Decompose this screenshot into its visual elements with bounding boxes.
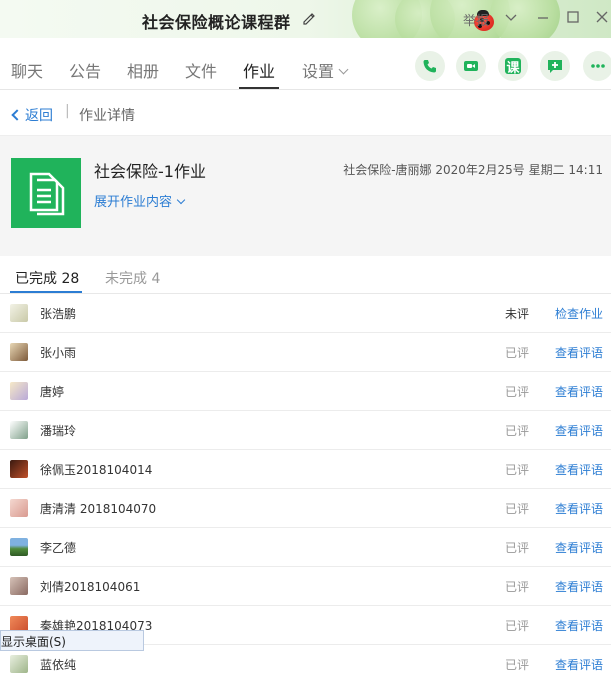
view-comment-link[interactable]: 查看评语 <box>555 578 603 595</box>
completion-tabs: 已完成 28 未完成 4 <box>0 256 611 294</box>
video-camera-icon <box>464 61 478 71</box>
avatar <box>10 382 28 400</box>
student-name: 李乙德 <box>40 541 77 555</box>
maximize-icon[interactable] <box>565 9 581 25</box>
table-row[interactable]: 徐佩玉2018104014 已评 查看评语 <box>0 450 611 489</box>
student-list: 张浩鹏 未评 检查作业 张小雨 已评 查看评语 唐婷 已评 查看评语 潘瑞玲 已… <box>0 294 611 677</box>
video-call-button[interactable] <box>456 51 486 81</box>
student-name: 唐婷 <box>40 385 65 399</box>
homework-title: 社会保险-1作业 <box>94 162 206 181</box>
class-button-label: 课 <box>506 61 520 76</box>
student-name: 张浩鹏 <box>40 307 77 321</box>
close-icon[interactable] <box>594 9 610 25</box>
back-label: 返回 <box>25 108 53 124</box>
status-badge: 已评 <box>505 580 530 594</box>
avatar <box>10 655 28 673</box>
chevron-down-icon <box>338 64 349 75</box>
class-button[interactable]: 课 <box>498 51 528 81</box>
tab-completed[interactable]: 已完成 28 <box>15 268 79 288</box>
view-comment-link[interactable]: 查看评语 <box>555 383 603 400</box>
report-link[interactable]: 举报 <box>463 10 489 29</box>
status-badge: 已评 <box>505 463 530 477</box>
window-titlebar: 社会保险概论课程群 举报 <box>0 0 611 38</box>
chevron-down-icon[interactable] <box>503 9 519 25</box>
check-homework-link[interactable]: 检查作业 <box>555 305 603 322</box>
table-row[interactable]: 唐婷 已评 查看评语 <box>0 372 611 411</box>
voice-call-button[interactable] <box>415 51 445 81</box>
status-badge: 已评 <box>505 502 530 516</box>
breadcrumb-separator: | <box>65 103 70 119</box>
status-badge: 已评 <box>505 346 530 360</box>
chevron-left-icon <box>11 109 23 121</box>
status-badge: 已评 <box>505 619 530 633</box>
status-badge: 已评 <box>505 658 530 672</box>
student-name: 张小雨 <box>40 346 77 360</box>
breadcrumb-current: 作业详情 <box>79 108 135 124</box>
edit-pencil-icon[interactable] <box>302 11 316 25</box>
avatar <box>10 304 28 322</box>
student-name: 徐佩玉2018104014 <box>40 463 153 477</box>
table-row[interactable]: 刘倩2018104061 已评 查看评语 <box>0 567 611 606</box>
status-badge: 已评 <box>505 385 530 399</box>
tab-album[interactable]: 相册 <box>127 58 159 82</box>
active-tab-indicator <box>10 291 82 293</box>
view-comment-link[interactable]: 查看评语 <box>555 539 603 556</box>
avatar <box>10 421 28 439</box>
chat-plus-icon <box>548 60 562 73</box>
tab-announcement[interactable]: 公告 <box>69 58 101 82</box>
active-tab-indicator <box>239 87 279 89</box>
view-comment-link[interactable]: 查看评语 <box>555 422 603 439</box>
tab-chat[interactable]: 聊天 <box>11 58 43 82</box>
window-title: 社会保险概论课程群 <box>142 13 291 32</box>
tab-homework[interactable]: 作业 <box>243 58 275 82</box>
view-comment-link[interactable]: 查看评语 <box>555 500 603 517</box>
avatar <box>10 538 28 556</box>
tab-incomplete[interactable]: 未完成 4 <box>105 268 160 288</box>
homework-meta: 社会保险-唐丽娜 2020年2月25号 星期二 14:11 <box>343 163 603 177</box>
homework-header: 社会保险-1作业 社会保险-唐丽娜 2020年2月25号 星期二 14:11 展… <box>0 136 611 256</box>
student-name: 潘瑞玲 <box>40 424 77 438</box>
table-row[interactable]: 李乙德 已评 查看评语 <box>0 528 611 567</box>
view-comment-link[interactable]: 查看评语 <box>555 617 603 634</box>
table-row[interactable]: 潘瑞玲 已评 查看评语 <box>0 411 611 450</box>
more-button[interactable] <box>583 51 611 81</box>
status-badge: 已评 <box>505 541 530 555</box>
status-badge: 未评 <box>505 307 530 321</box>
avatar <box>10 460 28 478</box>
avatar <box>10 343 28 361</box>
tab-files[interactable]: 文件 <box>185 58 217 82</box>
student-name: 唐清清 2018104070 <box>40 502 157 516</box>
status-badge: 已评 <box>505 424 530 438</box>
back-link[interactable]: 返回 <box>11 105 53 125</box>
student-name: 蓝依纯 <box>40 658 77 672</box>
table-row[interactable]: 唐清清 2018104070 已评 查看评语 <box>0 489 611 528</box>
show-desktop-tooltip: 显示桌面(S) <box>0 630 144 651</box>
breadcrumb: 返回 | 作业详情 <box>0 90 611 136</box>
homework-document-icon <box>11 158 81 228</box>
tab-settings[interactable]: 设置 <box>302 58 349 82</box>
group-nav-bar: 聊天 公告 相册 文件 作业 设置 课 <box>0 38 611 90</box>
table-row[interactable]: 张小雨 已评 查看评语 <box>0 333 611 372</box>
expand-content-link[interactable]: 展开作业内容 <box>94 191 186 210</box>
tab-settings-label: 设置 <box>302 62 335 81</box>
view-comment-link[interactable]: 查看评语 <box>555 656 603 673</box>
more-dots-icon <box>591 64 605 68</box>
expand-content-label: 展开作业内容 <box>94 195 173 210</box>
view-comment-link[interactable]: 查看评语 <box>555 344 603 361</box>
avatar <box>10 499 28 517</box>
phone-icon <box>423 60 436 73</box>
chevron-down-icon <box>176 195 186 205</box>
view-comment-link[interactable]: 查看评语 <box>555 461 603 478</box>
add-app-button[interactable] <box>540 51 570 81</box>
minimize-icon[interactable] <box>535 9 551 25</box>
student-name: 刘倩2018104061 <box>40 580 141 594</box>
table-row[interactable]: 张浩鹏 未评 检查作业 <box>0 294 611 333</box>
avatar <box>10 577 28 595</box>
